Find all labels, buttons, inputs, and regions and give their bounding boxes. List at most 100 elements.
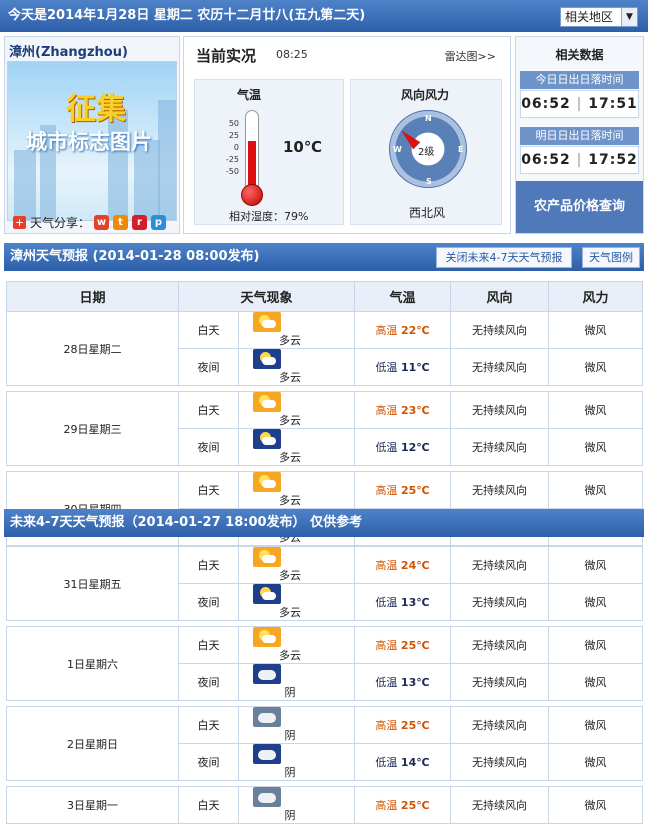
temp-value: 12℃ bbox=[400, 441, 430, 454]
partly-cloudy-night-icon bbox=[253, 584, 281, 604]
wind-direction-cell: 无持续风向 bbox=[450, 786, 549, 824]
temp-value: 22℃ bbox=[400, 324, 430, 337]
period-label: 白天 bbox=[178, 706, 239, 744]
period-label: 白天 bbox=[178, 786, 239, 824]
weather-legend-button[interactable]: 天气图例 bbox=[582, 247, 640, 268]
temperature-cell: 高温 25℃ bbox=[354, 786, 451, 824]
header-weather: 天气现象 bbox=[177, 281, 356, 312]
share-label: 天气分享： bbox=[30, 216, 91, 230]
weibo-icon[interactable]: w bbox=[94, 215, 110, 230]
weather-cell: 阴 bbox=[238, 663, 355, 701]
agri-price-button[interactable]: 农产品价格查询 bbox=[516, 181, 643, 233]
compass-s: S bbox=[426, 177, 432, 186]
weather-text: 阴 bbox=[284, 729, 296, 742]
radar-link[interactable]: 雷达图>> bbox=[445, 48, 496, 64]
scale-tick: 50 bbox=[228, 119, 239, 128]
wind-force-cell: 微风 bbox=[548, 428, 644, 466]
period-label: 白天 bbox=[178, 546, 239, 584]
weather-cell: 多云 bbox=[238, 626, 355, 664]
weather-text: 多云 bbox=[279, 494, 301, 507]
table-row: 3日星期一 白天阴高温 25℃ 无持续风向 微风 bbox=[6, 786, 643, 824]
thermometer-scale: 50 25 0 -25 -50 bbox=[217, 118, 239, 178]
temp-type: 低温 bbox=[375, 361, 398, 374]
weather-text: 阴 bbox=[284, 686, 296, 699]
share-bar: + 天气分享： w t r p bbox=[13, 214, 167, 231]
plus-icon[interactable]: + bbox=[13, 216, 26, 229]
wind-direction-cell: 无持续风向 bbox=[450, 428, 550, 466]
forecast-3day-title: 漳州天气预报 (2014-01-28 08:00发布) bbox=[10, 249, 260, 264]
temp-type: 低温 bbox=[375, 676, 398, 689]
temperature-cell: 高温 25℃ bbox=[354, 626, 451, 664]
related-region-select[interactable]: 相关地区 ▼ bbox=[560, 7, 638, 27]
temp-value: 24℃ bbox=[400, 559, 430, 572]
weather-cell: 阴 bbox=[238, 706, 355, 744]
wind-force-cell: 微风 bbox=[548, 391, 644, 429]
forecast-date: 3日星期一 bbox=[6, 786, 179, 824]
temp-type: 高温 bbox=[375, 559, 398, 572]
partly-cloudy-day-icon bbox=[253, 312, 281, 332]
thermometer-fill bbox=[248, 141, 256, 187]
period-label: 白天 bbox=[178, 311, 239, 349]
wind-force-cell: 微风 bbox=[548, 348, 644, 386]
wind-direction-cell: 无持续风向 bbox=[450, 663, 549, 701]
temp-value: 11℃ bbox=[400, 361, 430, 374]
qzone-icon[interactable]: p bbox=[151, 215, 167, 230]
wind-direction-cell: 无持续风向 bbox=[450, 391, 550, 429]
table-row: 31日星期五 白天 多云 高温 24℃ 无持续风向 微风 bbox=[6, 546, 643, 621]
weather-cell: 多云 bbox=[237, 428, 356, 466]
weather-cell: 多云 bbox=[237, 311, 356, 349]
city-logo-banner[interactable]: 征集 城市标志图片 bbox=[7, 61, 177, 221]
wind-box: 风向风力 N E S W 2级 西北风 bbox=[350, 79, 502, 225]
observation-time: 08:25 bbox=[276, 48, 308, 61]
weather-cell: 多云 bbox=[237, 348, 356, 386]
scale-tick: -25 bbox=[225, 155, 239, 164]
wind-force-cell: 微风 bbox=[548, 546, 643, 584]
today-sunset: 17:51 bbox=[588, 96, 638, 112]
wind-direction: 西北风 bbox=[409, 206, 446, 220]
date-header: 今天是2014年1月28日 星期二 农历十二月廿八(五九第二天) 相关地区 ▼ bbox=[0, 0, 648, 32]
wind-force-cell: 微风 bbox=[548, 743, 643, 781]
temperature-cell: 低温 12℃ bbox=[354, 428, 452, 466]
period-label: 白天 bbox=[178, 391, 239, 429]
wind-force-cell: 微风 bbox=[548, 706, 643, 744]
forecast-3day-header: 漳州天气预报 (2014-01-28 08:00发布) 关闭未来4-7天天气预报… bbox=[4, 243, 644, 271]
wind-force-cell: 微风 bbox=[548, 583, 643, 621]
wind-force-cell: 微风 bbox=[548, 311, 644, 349]
tencent-weibo-icon[interactable]: t bbox=[113, 215, 129, 230]
temp-type: 高温 bbox=[375, 799, 398, 812]
partly-cloudy-day-icon bbox=[253, 547, 281, 567]
tomorrow-sun-times: 06:52 | 17:52 bbox=[520, 146, 639, 174]
header-temp: 气温 bbox=[354, 281, 452, 312]
wind-direction-cell: 无持续风向 bbox=[450, 311, 550, 349]
renren-icon[interactable]: r bbox=[132, 215, 148, 230]
temp-type: 高温 bbox=[375, 404, 398, 417]
header-wind-dir: 风向 bbox=[450, 281, 550, 312]
scale-tick: 0 bbox=[233, 143, 239, 152]
compass-w: W bbox=[393, 145, 402, 154]
temp-value: 23℃ bbox=[400, 404, 430, 417]
partly-cloudy-day-icon bbox=[253, 392, 281, 412]
header-date: 日期 bbox=[6, 281, 179, 312]
wind-direction-cell: 无持续风向 bbox=[450, 626, 549, 664]
temperature-cell: 高温 22℃ bbox=[354, 311, 452, 349]
compass-e: E bbox=[458, 145, 464, 154]
observation-title: 当前实况 bbox=[196, 47, 257, 65]
weather-text: 多云 bbox=[279, 371, 301, 384]
weather-cell: 阴 bbox=[238, 743, 355, 781]
period-label: 夜间 bbox=[178, 663, 239, 701]
temp-value: 25℃ bbox=[400, 719, 430, 732]
thermometer-bulb bbox=[241, 184, 263, 206]
temp-type: 高温 bbox=[375, 484, 398, 497]
weather-text: 多云 bbox=[279, 451, 301, 464]
forecast-7day-header: 未来4-7天天气预报（2014-01-27 18:00发布） 仅供参考 bbox=[4, 509, 644, 537]
temp-value: 25℃ bbox=[400, 799, 430, 812]
today-sun-header: 今日日出日落时间 bbox=[520, 71, 639, 89]
forecast-date: 29日星期三 bbox=[6, 391, 179, 466]
table-row: 29日星期三 白天多云 高温 23℃ 无持续风向 微风 bbox=[6, 391, 644, 466]
partly-cloudy-night-icon bbox=[253, 349, 281, 369]
temp-type: 高温 bbox=[375, 719, 398, 732]
overcast-night-icon bbox=[253, 744, 281, 764]
separator: | bbox=[576, 152, 583, 168]
wind-level: 2级 bbox=[418, 147, 435, 158]
close-4-7-day-button[interactable]: 关闭未来4-7天天气预报 bbox=[436, 247, 572, 268]
